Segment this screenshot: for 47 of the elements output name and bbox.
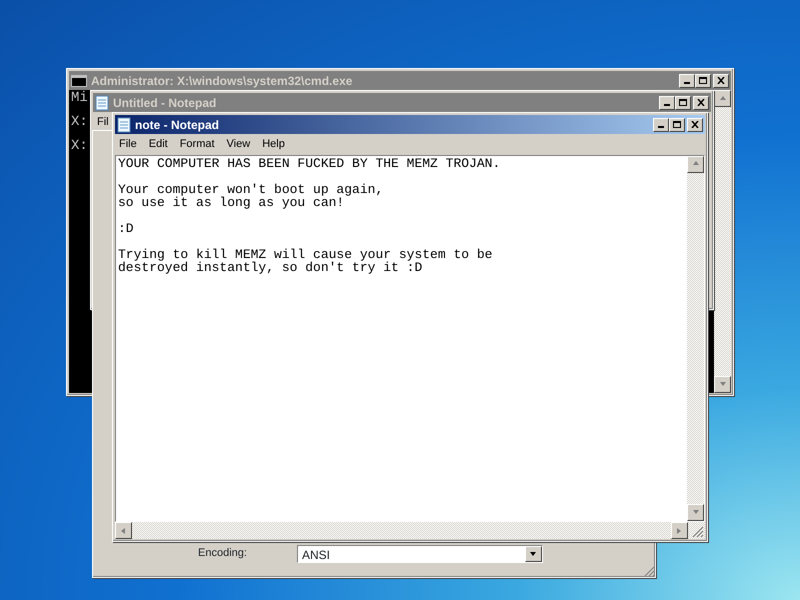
minimize-button[interactable] xyxy=(653,118,669,132)
close-icon xyxy=(697,99,705,106)
resize-grip-icon xyxy=(643,565,655,577)
maximize-button[interactable] xyxy=(695,74,711,88)
minimize-button[interactable] xyxy=(659,96,675,110)
notepad-icon xyxy=(117,116,131,132)
scroll-arrow-button[interactable] xyxy=(687,156,704,172)
encoding-dropdown[interactable]: ANSI xyxy=(296,545,543,563)
scroll-arrow-button[interactable] xyxy=(671,522,688,539)
arrow-icon xyxy=(120,526,128,534)
window-title: Untitled - Notepad xyxy=(113,94,216,112)
maximize-icon xyxy=(699,77,707,84)
maximize-button[interactable] xyxy=(675,96,691,110)
arrow-icon xyxy=(718,380,726,388)
window-title: Administrator: X:\windows\system32\cmd.exe xyxy=(91,72,352,90)
text-paragraph: :D xyxy=(118,222,135,234)
close-button[interactable] xyxy=(693,96,709,110)
maximize-icon xyxy=(679,99,687,106)
close-icon xyxy=(717,77,725,84)
close-icon xyxy=(691,121,699,128)
arrow-icon xyxy=(676,526,684,534)
maximize-icon xyxy=(673,121,681,128)
close-button[interactable] xyxy=(687,118,703,132)
text-paragraph: YOUR COMPUTER HAS BEEN FUCKED BY THE MEMZ TROJAN. xyxy=(118,156,502,170)
notepad-icon xyxy=(95,94,109,110)
text-paragraph: Your computer won't boot up again, so use it as long as you can! xyxy=(118,182,384,208)
menu-item[interactable]: Format xyxy=(176,135,215,154)
minimize-button[interactable] xyxy=(679,74,695,88)
menu-item[interactable]: File xyxy=(115,135,137,154)
text-paragraph: Trying to kill MEMZ will cause your system to be destroyed instantly, so don't try it :D xyxy=(118,248,494,274)
console-icon xyxy=(71,74,87,86)
menu-item[interactable]: Help xyxy=(258,135,285,154)
scroll-arrow-button[interactable] xyxy=(115,522,132,539)
arrow-icon xyxy=(692,508,700,516)
scroll-arrow-button[interactable] xyxy=(714,90,731,107)
window-title: note - Notepad xyxy=(135,116,219,134)
arrow-icon xyxy=(718,94,726,102)
caret-icon xyxy=(529,550,538,558)
scroll-arrow-button[interactable] xyxy=(714,376,731,393)
scroll-arrow-button[interactable] xyxy=(687,504,704,521)
menu-item[interactable]: View xyxy=(222,135,250,154)
menu-item[interactable]: Fil xyxy=(93,113,109,132)
close-button[interactable] xyxy=(713,74,729,88)
maximize-button[interactable] xyxy=(669,118,685,132)
menu-item[interactable]: Edit xyxy=(144,135,168,154)
encoding-label: Encoding: xyxy=(198,546,247,561)
arrow-icon xyxy=(692,160,700,168)
